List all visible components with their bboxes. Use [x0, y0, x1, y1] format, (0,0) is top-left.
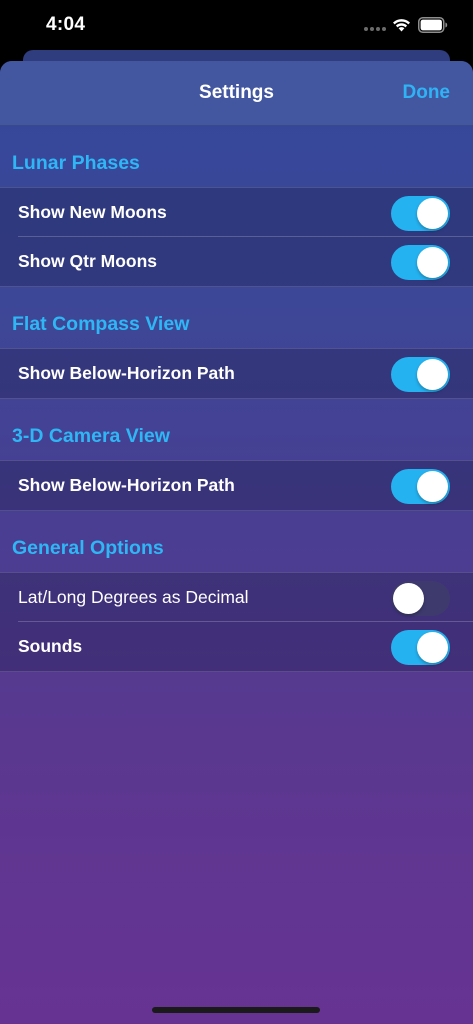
section-header-flat-compass-view: Flat Compass View [12, 313, 190, 335]
row-label: Sounds [18, 636, 83, 656]
row-label: Show Below-Horizon Path [18, 475, 235, 495]
row-label: Show Below-Horizon Path [18, 363, 235, 383]
row-show-new-moons: Show New Moons [0, 188, 473, 237]
toggle-sounds[interactable] [391, 630, 450, 665]
section-header-lunar-phases: Lunar Phases [12, 152, 140, 174]
group-flat-compass-view: Show Below-Horizon Path [0, 348, 473, 399]
home-indicator[interactable] [152, 1007, 320, 1013]
row-camera-below-horizon: Show Below-Horizon Path [0, 461, 473, 510]
group-general-options: Lat/Long Degrees as Decimal Sounds [0, 572, 473, 672]
toggle-compass-below-horizon[interactable] [391, 357, 450, 392]
wifi-icon [393, 19, 410, 32]
group-lunar-phases: Show New Moons Show Qtr Moons [0, 187, 473, 287]
toggle-knob [393, 583, 424, 614]
toggle-lat-long-decimal[interactable] [391, 581, 450, 616]
toggle-camera-below-horizon[interactable] [391, 469, 450, 504]
toggle-knob [417, 471, 448, 502]
battery-icon [418, 17, 448, 33]
settings-sheet: Settings Done Lunar Phases Show New Moon… [0, 61, 473, 1024]
toggle-knob [417, 247, 448, 278]
row-label: Show Qtr Moons [18, 251, 158, 271]
toggle-knob [417, 359, 448, 390]
done-button[interactable]: Done [403, 82, 451, 104]
group-camera-view: Show Below-Horizon Path [0, 460, 473, 511]
status-bar: 4:04 [0, 0, 473, 50]
row-show-qtr-moons: Show Qtr Moons [0, 236, 473, 286]
row-compass-below-horizon: Show Below-Horizon Path [0, 349, 473, 398]
toggle-knob [417, 632, 448, 663]
toggle-knob [417, 198, 448, 229]
row-sounds: Sounds [0, 621, 473, 671]
toggle-show-qtr-moons[interactable] [391, 245, 450, 280]
status-time: 4:04 [46, 14, 86, 35]
row-label: Lat/Long Degrees as Decimal [18, 587, 249, 607]
cellular-signal-icon [364, 27, 386, 31]
section-header-camera-view: 3-D Camera View [12, 425, 170, 447]
navigation-bar: Settings Done [0, 61, 473, 126]
screen: 4:04 Settings Done Lunar Phases Show New… [0, 0, 473, 1024]
section-header-general-options: General Options [12, 537, 164, 559]
row-label: Show New Moons [18, 202, 167, 222]
row-lat-long-decimal: Lat/Long Degrees as Decimal [0, 573, 473, 622]
toggle-show-new-moons[interactable] [391, 196, 450, 231]
